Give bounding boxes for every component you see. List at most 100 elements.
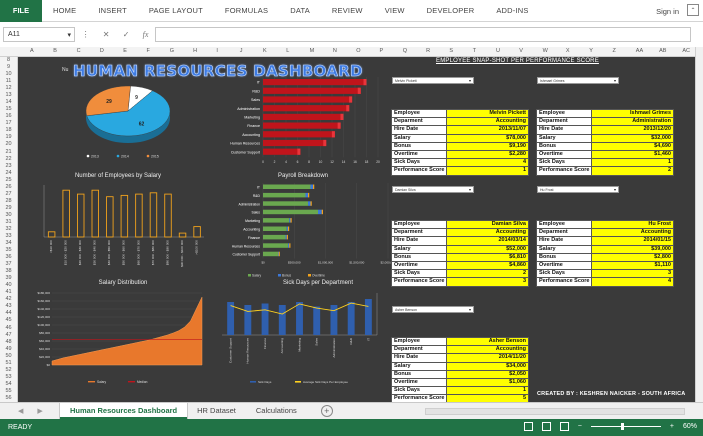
column-header[interactable]: U (496, 48, 500, 54)
card-value[interactable]: $1,060 (446, 377, 529, 388)
column-header[interactable]: X (566, 48, 570, 54)
department-bar-chart[interactable]: 0 2 4 6 8 10 12 14 16 18 20 IT R&D Sales Administratio… (203, 73, 388, 165)
zoom-slider[interactable] (590, 423, 661, 430)
card-value[interactable]: $4,690 (591, 141, 674, 151)
row-header[interactable]: 14 (0, 99, 17, 105)
card-value[interactable]: Accounting (446, 345, 529, 355)
column-header[interactable]: D (100, 48, 104, 54)
row-header[interactable]: 49 (0, 346, 17, 352)
row-header[interactable]: 43 (0, 303, 17, 309)
card-value[interactable]: Administration (591, 117, 674, 127)
row-header[interactable]: 54 (0, 381, 17, 387)
row-header[interactable]: 27 (0, 191, 17, 197)
row-header[interactable]: 29 (0, 205, 17, 211)
payroll-breakdown-chart[interactable]: $0$500,000$1,000,000$1,500,000$2,000,000… (208, 181, 393, 281)
card-value[interactable]: 3 (446, 277, 529, 287)
card-value[interactable]: Damian Silva (446, 219, 529, 230)
row-header[interactable]: 16 (0, 113, 17, 119)
row-header[interactable]: 28 (0, 198, 17, 204)
column-header[interactable]: O (356, 48, 360, 54)
card-value[interactable]: 2014/01/15 (591, 236, 674, 246)
sheet-prev-icon[interactable]: ◀ (18, 407, 23, 415)
card-value[interactable]: 2 (446, 269, 529, 279)
row-header[interactable]: 51 (0, 360, 17, 366)
card-value[interactable]: Accounting (446, 117, 529, 127)
chevron-down-icon[interactable]: ▾ (612, 187, 618, 192)
column-header[interactable]: G (170, 48, 174, 54)
card-value[interactable]: Accounting (591, 228, 674, 238)
column-header[interactable]: C (77, 48, 81, 54)
card-value[interactable]: Ishmael Grimes (591, 108, 674, 119)
formula-menu-icon[interactable]: ⋮ (82, 30, 90, 39)
row-header[interactable]: 9 (0, 64, 17, 70)
card-value[interactable]: 1 (591, 158, 674, 168)
tab-formulas[interactable]: FORMULAS (214, 0, 279, 22)
card-value[interactable]: Hu Frost (591, 219, 674, 230)
employee-dropdown-3[interactable]: Damian Silva ▾ (392, 186, 474, 193)
column-header[interactable]: I (216, 48, 218, 54)
column-header[interactable]: S (449, 48, 453, 54)
row-header[interactable]: 15 (0, 106, 17, 112)
row-header[interactable]: 37 (0, 261, 17, 267)
card-value[interactable]: $2,050 (446, 369, 529, 379)
insert-function-icon[interactable]: fx (143, 30, 149, 39)
zoom-in-icon[interactable]: + (670, 423, 674, 430)
pie-chart[interactable]: 9 62 29 2013 2014 2015 (53, 73, 203, 163)
card-value[interactable]: 4 (591, 277, 674, 287)
row-header[interactable]: 23 (0, 163, 17, 169)
row-header[interactable]: 36 (0, 254, 17, 260)
sheet-next-icon[interactable]: ▶ (37, 407, 42, 415)
row-header[interactable]: 18 (0, 127, 17, 133)
formula-input[interactable] (155, 27, 691, 42)
tab-add-ins[interactable]: ADD-INS (485, 0, 539, 22)
zoom-thumb[interactable] (620, 423, 624, 430)
card-value[interactable]: Asher Benson (446, 336, 529, 347)
card-value[interactable]: $9,190 (446, 141, 529, 151)
sheet-tab-dashboard[interactable]: Human Resources Dashboard (60, 403, 188, 419)
row-header[interactable]: 39 (0, 275, 17, 281)
add-sheet-icon[interactable]: + (320, 405, 333, 417)
column-header[interactable]: M (310, 48, 315, 54)
row-header[interactable]: 41 (0, 289, 17, 295)
row-header[interactable]: 56 (0, 395, 17, 401)
row-header[interactable]: 42 (0, 296, 17, 302)
card-value[interactable]: $4,860 (446, 260, 529, 271)
chevron-down-icon[interactable]: ▾ (467, 187, 473, 192)
tab-review[interactable]: REVIEW (321, 0, 374, 22)
column-header[interactable]: J (240, 48, 243, 54)
employees-by-salary-chart[interactable]: <$10 000 $10 000 - $20 000 $20 000 - $30 0… (28, 179, 208, 287)
card-value[interactable]: $32,000 (591, 133, 674, 143)
row-header[interactable]: 12 (0, 85, 17, 91)
card-value[interactable]: $1,460 (591, 149, 674, 160)
sheet-tab-hr-dataset[interactable]: HR Dataset (187, 403, 246, 419)
row-header[interactable]: 50 (0, 353, 17, 359)
row-header[interactable]: 20 (0, 141, 17, 147)
row-header[interactable]: 26 (0, 184, 17, 190)
row-header[interactable]: 32 (0, 226, 17, 232)
tab-insert[interactable]: INSERT (87, 0, 138, 22)
column-header[interactable]: F (147, 48, 150, 54)
enter-icon[interactable]: ✓ (123, 30, 130, 39)
tab-view[interactable]: VIEW (374, 0, 416, 22)
row-header[interactable]: 40 (0, 282, 17, 288)
row-header[interactable]: 47 (0, 332, 17, 338)
card-value[interactable]: 5 (446, 394, 529, 402)
chevron-down-icon[interactable]: ▾ (467, 78, 473, 83)
card-value[interactable]: $34,000 (446, 361, 529, 371)
column-header[interactable]: P (380, 48, 384, 54)
card-value[interactable]: 3 (591, 269, 674, 279)
vertical-scrollbar[interactable] (695, 47, 703, 402)
column-header[interactable]: Z (613, 48, 616, 54)
row-header[interactable]: 45 (0, 317, 17, 323)
column-header[interactable]: A (30, 48, 34, 54)
row-header[interactable]: 22 (0, 156, 17, 162)
row-header[interactable]: 11 (0, 78, 17, 84)
sign-in-link[interactable]: Sign in (656, 0, 679, 22)
card-value[interactable]: 1 (446, 386, 529, 396)
chevron-down-icon[interactable]: ▾ (67, 31, 71, 39)
row-header[interactable]: 10 (0, 71, 17, 77)
row-header[interactable]: 46 (0, 325, 17, 331)
zoom-out-icon[interactable]: − (578, 423, 582, 430)
tab-data[interactable]: DATA (279, 0, 321, 22)
row-header[interactable]: 19 (0, 134, 17, 140)
